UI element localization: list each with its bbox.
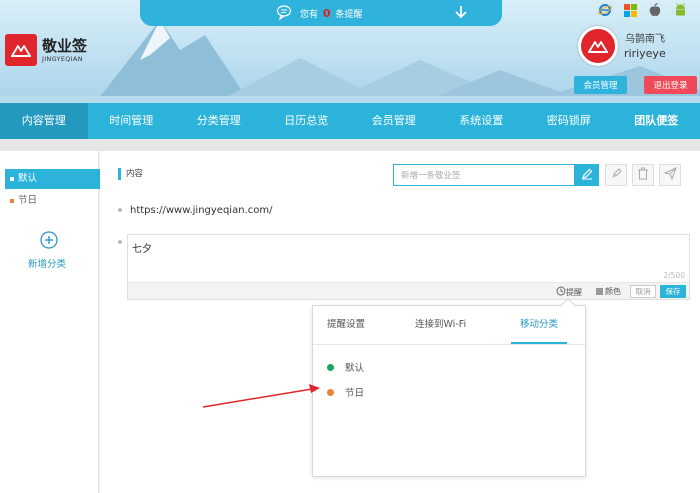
save-button[interactable]: 保存	[660, 285, 686, 298]
main-nav: 内容管理 时间管理 分类管理 日历总览 会员管理 系统设置 密码锁屏 团队便签	[0, 103, 700, 139]
remind-button[interactable]: 提醒	[556, 286, 582, 298]
clock-icon	[556, 286, 566, 298]
nav-item-member[interactable]: 会员管理	[350, 103, 438, 139]
client-download-icons	[597, 2, 688, 18]
category-label: 节日	[345, 388, 365, 399]
category-dot	[327, 363, 334, 371]
add-category-button[interactable]: 新增分类	[28, 256, 66, 270]
app-logo[interactable]: 敬业签 JINGYEQIAN	[5, 34, 87, 66]
category-label: 节日	[18, 195, 38, 206]
category-dot	[10, 176, 14, 181]
category-label: 默认	[345, 363, 365, 374]
color-swatch-icon	[596, 288, 603, 295]
editor-text[interactable]: 七夕	[132, 240, 152, 255]
nav-item-team[interactable]: 团队便签	[613, 103, 700, 139]
note-item-url[interactable]: https://www.jingyeqian.com/	[130, 205, 272, 216]
category-sidebar: 默认 节日 新增分类	[0, 151, 110, 493]
nav-item-content[interactable]: 内容管理	[0, 103, 88, 139]
section-title: 内容	[118, 168, 143, 180]
cancel-button[interactable]: 取消	[630, 285, 656, 298]
send-button[interactable]	[659, 164, 681, 186]
paper-plane-icon	[662, 167, 677, 183]
logo-subtitle: JINGYEQIAN	[42, 54, 83, 63]
color-button[interactable]: 颜色	[596, 286, 621, 297]
apple-icon[interactable]	[647, 2, 663, 18]
new-note-input[interactable]	[393, 164, 575, 186]
add-circle-icon[interactable]	[40, 231, 58, 252]
nav-item-calendar[interactable]: 日历总览	[263, 103, 351, 139]
clear-button[interactable]	[605, 164, 627, 186]
tab-wifi[interactable]: 连接到Wi-Fi	[415, 316, 466, 344]
nav-item-category[interactable]: 分类管理	[175, 103, 263, 139]
note-editor[interactable]: 七夕 2/500 提醒 颜色 取消 保存	[127, 234, 690, 300]
header-banner: 敬业签 JINGYEQIAN 您有 0 条提醒 乌鹊南飞 ririyeye 会员…	[0, 0, 700, 103]
reminder-text: 您有 0 条提醒	[300, 7, 363, 20]
nav-item-lock[interactable]: 密码锁屏	[525, 103, 613, 139]
pencil-icon	[581, 168, 593, 183]
delete-button[interactable]	[632, 164, 654, 186]
category-dot	[327, 388, 334, 396]
nav-item-settings[interactable]: 系统设置	[438, 103, 526, 139]
bullet-icon	[118, 208, 122, 212]
user-nickname: 乌鹊南飞	[625, 34, 665, 45]
broom-icon	[610, 167, 623, 183]
trash-icon	[637, 167, 649, 183]
avatar[interactable]	[578, 26, 618, 66]
divider	[313, 344, 585, 345]
edit-button[interactable]	[575, 164, 599, 186]
logo-icon	[5, 34, 37, 66]
category-label: 默认	[18, 173, 38, 184]
reminder-count: 0	[322, 7, 331, 20]
tab-move-category[interactable]: 移动分类	[511, 316, 567, 344]
reminder-notice-bar[interactable]: 您有 0 条提醒	[140, 0, 502, 26]
bullet-icon	[118, 240, 122, 244]
logo-title: 敬业签	[42, 36, 88, 55]
remind-settings-popup: 提醒设置 连接到Wi-Fi 移动分类 默认 节日	[312, 297, 586, 477]
category-item-default[interactable]: 默认	[5, 169, 110, 189]
arrow-down-icon[interactable]	[454, 4, 468, 23]
message-icon	[276, 4, 292, 23]
android-icon[interactable]	[672, 2, 688, 18]
move-category-holiday[interactable]: 节日	[327, 385, 364, 399]
windows-icon[interactable]	[622, 2, 638, 18]
ie-icon[interactable]	[597, 2, 613, 18]
member-management-button[interactable]: 会员管理	[574, 76, 627, 94]
logout-button[interactable]: 退出登录	[644, 76, 697, 94]
divider	[0, 139, 700, 151]
category-dot	[10, 198, 14, 203]
remind-label: 提醒	[566, 287, 582, 297]
char-counter: 2/500	[663, 271, 685, 280]
user-account: ririyeye	[624, 47, 666, 60]
nav-item-time[interactable]: 时间管理	[88, 103, 176, 139]
move-category-default[interactable]: 默认	[327, 360, 364, 374]
color-label: 颜色	[605, 287, 621, 296]
category-item-holiday[interactable]: 节日	[5, 191, 103, 211]
editor-toolbar: 提醒 颜色 取消 保存	[128, 282, 689, 299]
tab-remind-settings[interactable]: 提醒设置	[327, 316, 365, 344]
